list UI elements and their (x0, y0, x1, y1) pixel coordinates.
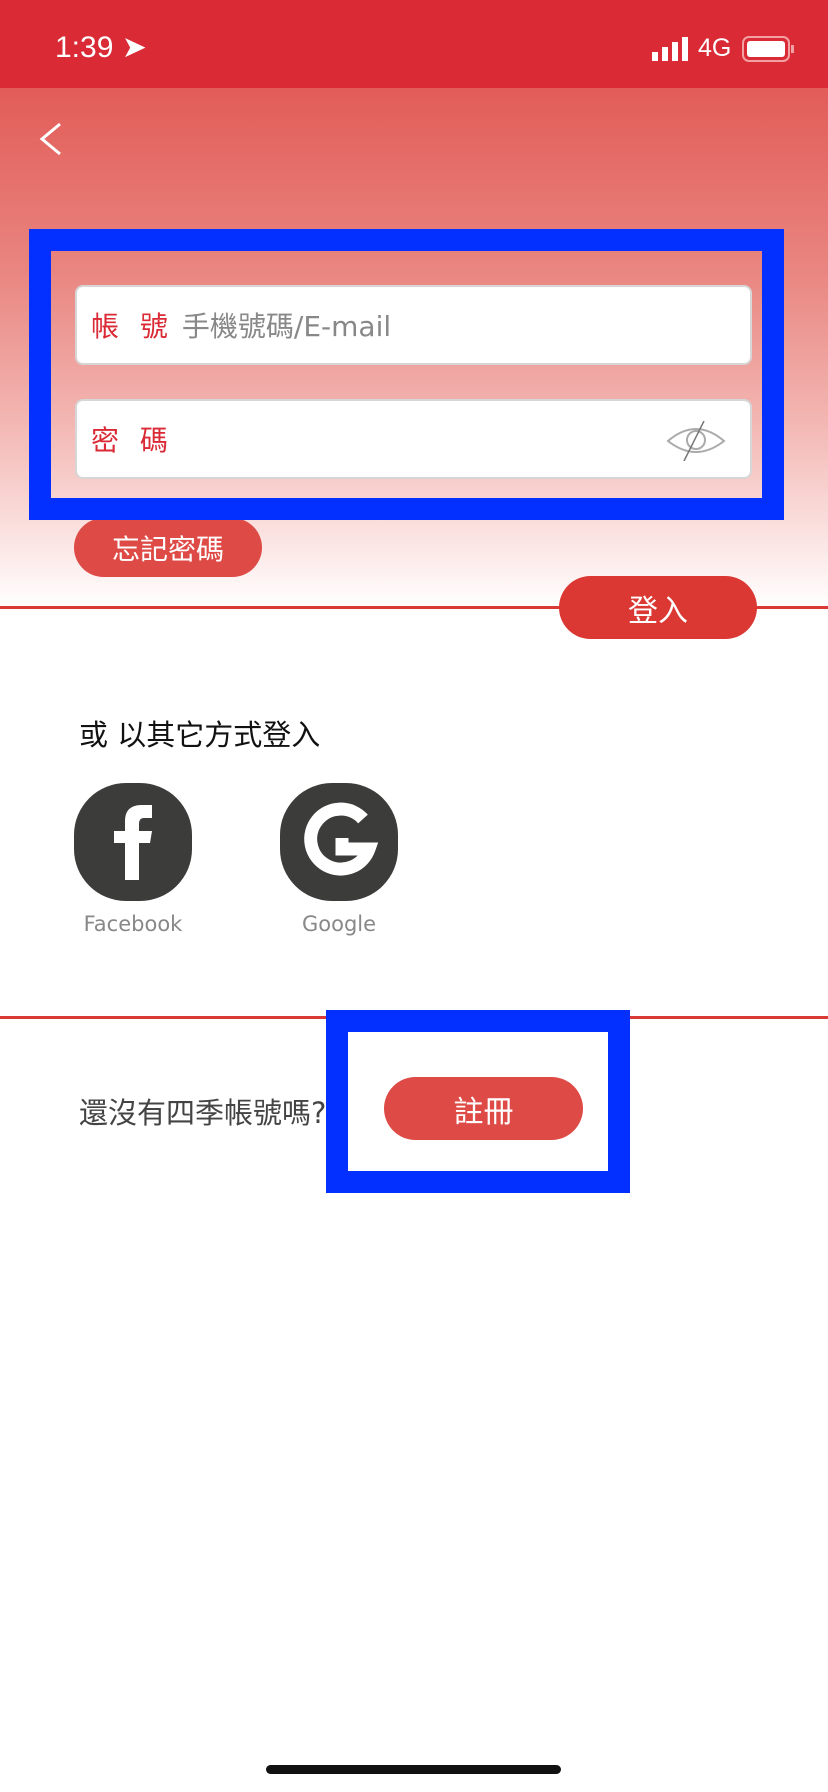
facebook-login-button[interactable] (74, 783, 192, 901)
google-icon (304, 802, 379, 876)
location-arrow-icon: ➤ (121, 31, 147, 64)
google-label: Google (301, 912, 377, 936)
social-login-heading: 或 以其它方式登入 (79, 718, 321, 752)
register-prompt: 還沒有四季帳號嗎? (79, 1096, 327, 1130)
battery-icon (742, 36, 794, 62)
signal-icon (652, 37, 688, 61)
status-time: 1:39 ➤ (55, 31, 147, 64)
facebook-label: Facebook (83, 912, 183, 936)
home-indicator (266, 1765, 561, 1774)
forgot-password-button[interactable]: 忘記密碼 (74, 518, 262, 577)
network-type: 4G (698, 34, 732, 62)
status-bar: 1:39 ➤ 4G (0, 0, 828, 88)
highlight-box-register (326, 1010, 630, 1193)
google-login-button[interactable] (280, 783, 398, 901)
back-button[interactable] (38, 122, 64, 156)
facebook-icon (114, 805, 152, 880)
login-button[interactable]: 登入 (559, 576, 757, 639)
highlight-box-login-form (29, 229, 784, 520)
